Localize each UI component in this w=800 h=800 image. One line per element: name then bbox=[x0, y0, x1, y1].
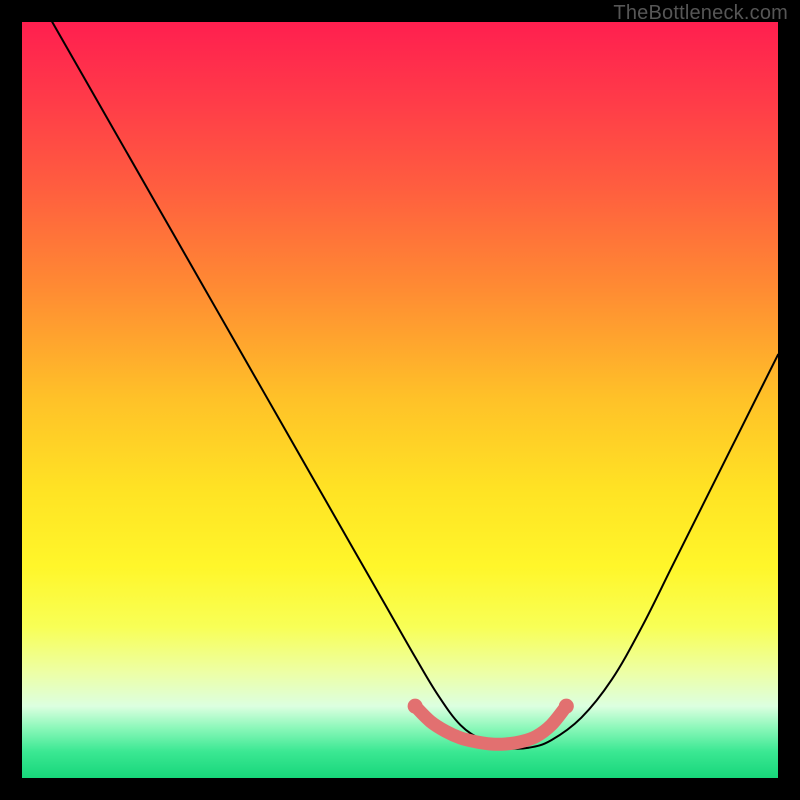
optimal-zone-endcap bbox=[559, 699, 574, 714]
optimal-zone-endcap bbox=[408, 699, 423, 714]
gradient-background bbox=[22, 22, 778, 778]
watermark-label: TheBottleneck.com bbox=[613, 2, 788, 25]
bottleneck-chart-svg bbox=[22, 22, 778, 778]
plot-area bbox=[22, 22, 778, 778]
chart-frame: TheBottleneck.com bbox=[0, 0, 800, 800]
